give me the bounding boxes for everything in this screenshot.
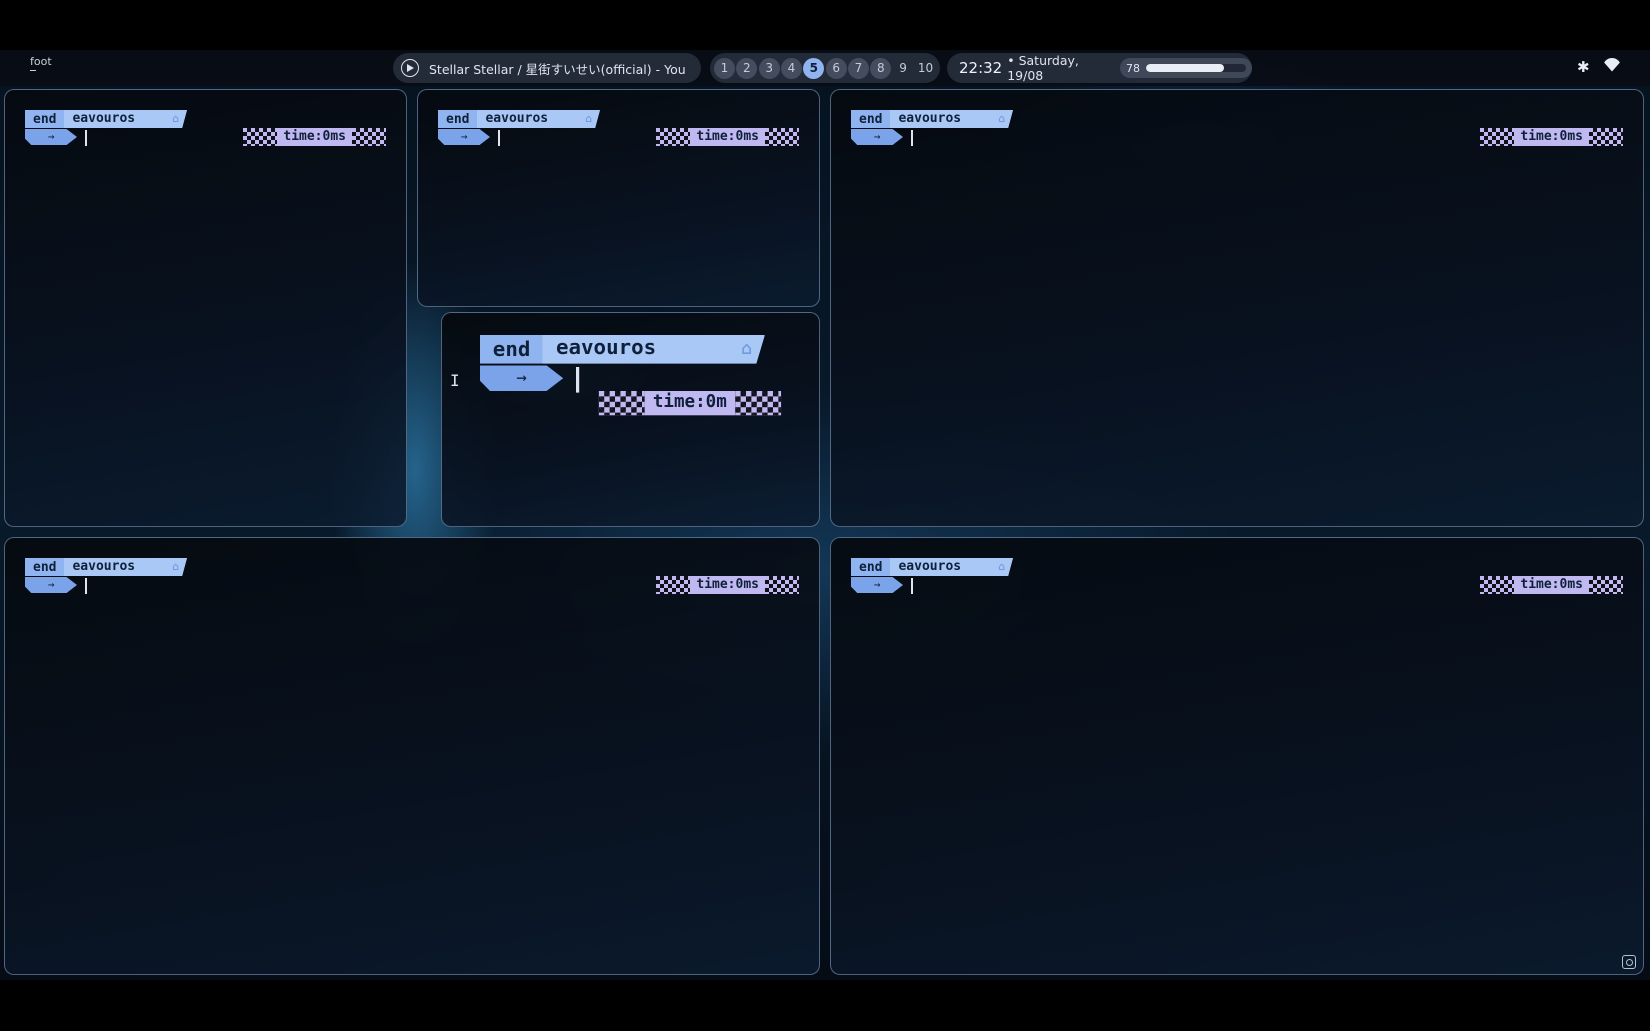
- home-icon: ⌂: [998, 560, 1005, 573]
- clock-time: 22:32: [959, 59, 1003, 77]
- prompt-status: end: [859, 559, 883, 575]
- prompt-arrow: →: [851, 577, 903, 593]
- prompt-checker-decoration: [765, 576, 799, 594]
- workspace-button-2[interactable]: 2: [736, 57, 758, 79]
- wifi-icon[interactable]: [1603, 58, 1621, 72]
- shell-prompt: end eavouros ⌂ →: [851, 558, 1013, 594]
- text-cursor-pointer: I: [450, 371, 460, 390]
- battery-fill: [1146, 64, 1224, 72]
- shell-prompt: end eavouros ⌂ →: [851, 110, 1013, 146]
- workspace-button-9[interactable]: 9: [893, 58, 914, 79]
- prompt-status: end: [859, 111, 883, 127]
- command-duration: time:0ms: [690, 128, 765, 146]
- prompt-checker-decoration: [243, 128, 278, 146]
- workspace-button-6[interactable]: 6: [825, 57, 847, 79]
- right-prompt: time:0ms: [1480, 128, 1623, 146]
- clock-widget: 22:32 • Saturday, 19/08 78: [947, 53, 1252, 83]
- shell-prompt: end eavouros ⌂ →: [25, 558, 187, 594]
- terminal-cursor: [85, 578, 87, 594]
- prompt-arrow: →: [438, 129, 490, 145]
- prompt-checker-decoration: [352, 128, 386, 146]
- terminal-cursor: [576, 367, 580, 393]
- right-prompt: time:0ms: [656, 128, 799, 146]
- prompt-arrow: →: [851, 129, 903, 145]
- right-prompt: time:0ms: [243, 128, 386, 146]
- prompt-user: eavouros: [485, 111, 549, 126]
- prompt-user: eavouros: [898, 111, 962, 126]
- terminal-cursor: [498, 130, 500, 146]
- right-prompt: time:0m: [599, 391, 781, 416]
- prompt-arrow: →: [25, 129, 77, 145]
- terminal-cursor: [911, 130, 913, 146]
- media-title: Stellar Stellar / 星街すいせい(official) - You: [429, 61, 686, 77]
- prompt-user: eavouros: [72, 111, 136, 126]
- prompt-status: end: [33, 111, 57, 127]
- prompt-segment: end eavouros ⌂: [25, 110, 187, 128]
- prompt-checker-decoration: [599, 391, 645, 416]
- prompt-arrow: →: [25, 577, 77, 593]
- battery-percent: 78: [1126, 61, 1140, 75]
- play-circle-icon[interactable]: [401, 59, 419, 77]
- terminal-window[interactable]: end eavouros ⌂ → time:0ms: [4, 537, 820, 975]
- prompt-segment: end eavouros ⌂: [851, 110, 1013, 128]
- terminal-cursor: [85, 130, 87, 146]
- terminal-window[interactable]: end eavouros ⌂ → time:0ms: [417, 89, 820, 307]
- prompt-segment: end eavouros ⌂: [480, 335, 765, 364]
- home-icon: ⌂: [172, 560, 179, 573]
- terminal-cursor: [911, 578, 913, 594]
- clock-date: • Saturday, 19/08: [1007, 53, 1079, 83]
- command-duration: time:0ms: [690, 576, 765, 594]
- prompt-checker-decoration: [656, 576, 691, 594]
- workspace-button-3[interactable]: 3: [758, 57, 780, 79]
- home-icon: ⌂: [172, 112, 179, 125]
- battery-bar: [1146, 64, 1246, 72]
- screenshot-icon[interactable]: [1622, 955, 1636, 969]
- prompt-checker-decoration: [1589, 128, 1623, 146]
- battery-indicator: 78: [1120, 58, 1252, 78]
- prompt-checker-decoration: [735, 391, 781, 416]
- prompt-status: end: [492, 337, 531, 362]
- workspace-switcher: 1 2 3 4 5 6 7 8 9 10: [710, 53, 940, 83]
- prompt-segment: end eavouros ⌂: [851, 558, 1013, 576]
- terminal-window[interactable]: end eavouros ⌂ → time:0m: [441, 312, 820, 527]
- prompt-user: eavouros: [898, 559, 962, 574]
- workspace-button-7[interactable]: 7: [847, 57, 869, 79]
- prompt-checker-decoration: [1589, 576, 1623, 594]
- command-duration: time:0ms: [1514, 576, 1589, 594]
- workspace-button-4[interactable]: 4: [780, 57, 802, 79]
- command-duration: time:0ms: [277, 128, 352, 146]
- workspace-button-8[interactable]: 8: [870, 57, 892, 79]
- prompt-checker-decoration: [1480, 576, 1515, 594]
- shell-prompt: end eavouros ⌂ →: [480, 335, 765, 393]
- shell-prompt: end eavouros ⌂ →: [438, 110, 600, 146]
- home-icon: ⌂: [585, 112, 592, 125]
- prompt-arrow: →: [480, 365, 564, 391]
- right-prompt: time:0ms: [656, 576, 799, 594]
- command-duration: time:0m: [644, 391, 736, 416]
- workspace-button-10[interactable]: 10: [915, 58, 936, 79]
- shell-prompt: end eavouros ⌂ →: [25, 110, 187, 146]
- prompt-status: end: [446, 111, 470, 127]
- workspace-button-1[interactable]: 1: [714, 57, 735, 79]
- prompt-user: eavouros: [555, 336, 657, 361]
- active-window-label: foot: [30, 55, 52, 71]
- workspace-button-5[interactable]: 5: [803, 57, 825, 79]
- home-icon: ⌂: [741, 338, 752, 359]
- media-widget[interactable]: Stellar Stellar / 星街すいせい(official) - You: [393, 53, 701, 83]
- bluetooth-icon[interactable]: ✱: [1577, 58, 1590, 76]
- right-prompt: time:0ms: [1480, 576, 1623, 594]
- prompt-checker-decoration: [765, 128, 799, 146]
- terminal-window[interactable]: end eavouros ⌂ → time:0ms: [830, 89, 1644, 527]
- prompt-segment: end eavouros ⌂: [438, 110, 600, 128]
- command-duration: time:0ms: [1514, 128, 1589, 146]
- terminal-window[interactable]: end eavouros ⌂ → time:0ms: [4, 89, 407, 527]
- prompt-status: end: [33, 559, 57, 575]
- home-icon: ⌂: [998, 112, 1005, 125]
- prompt-checker-decoration: [656, 128, 691, 146]
- prompt-user: eavouros: [72, 559, 136, 574]
- prompt-segment: end eavouros ⌂: [25, 558, 187, 576]
- prompt-checker-decoration: [1480, 128, 1515, 146]
- terminal-window[interactable]: end eavouros ⌂ → time:0ms: [830, 537, 1644, 975]
